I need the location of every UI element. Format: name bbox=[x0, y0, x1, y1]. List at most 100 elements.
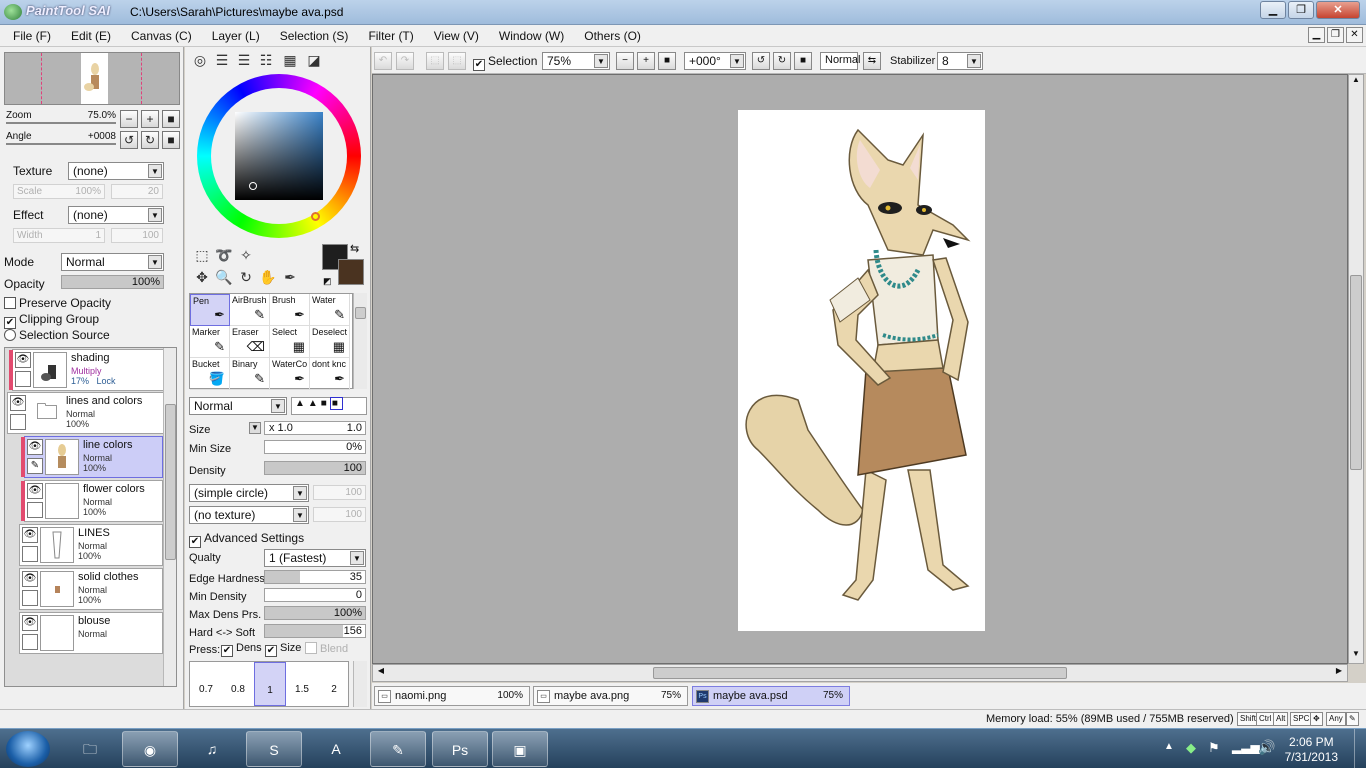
menu-file[interactable]: File (F) bbox=[0, 25, 58, 43]
navigator-preview[interactable] bbox=[4, 52, 180, 105]
show-selection-checkbox[interactable]: ✔ Selection bbox=[473, 54, 537, 71]
brush-brush[interactable]: Brush ✒ bbox=[270, 294, 310, 326]
angle-select[interactable]: +000° ▼ bbox=[684, 52, 746, 70]
brush-blend-select[interactable]: Normal ▼ bbox=[189, 397, 287, 415]
scroll-up-arrow[interactable]: ▲ bbox=[1349, 75, 1363, 89]
tray-app-icon[interactable]: ◆ bbox=[1186, 740, 1196, 756]
rotate-reset-button[interactable]: ■ bbox=[794, 52, 812, 70]
zoom-out-button[interactable]: − bbox=[120, 110, 138, 128]
action-center-icon[interactable]: ⚑ bbox=[1208, 740, 1220, 756]
selection-source-checkbox[interactable]: Selection Source bbox=[4, 328, 110, 342]
layer-item[interactable]: 👁 flower colors Normal 100% bbox=[21, 480, 163, 522]
secondary-color-swatch[interactable] bbox=[338, 259, 364, 285]
size-preset-selected[interactable]: 1 bbox=[254, 662, 286, 706]
layer-lock-box[interactable] bbox=[27, 502, 43, 518]
effect-select[interactable]: (none) ▼ bbox=[68, 206, 164, 224]
layer-lock-box[interactable] bbox=[10, 414, 26, 430]
layer-lock-box[interactable] bbox=[22, 634, 38, 650]
system-clock[interactable]: 2:06 PM 7/31/2013 bbox=[1285, 735, 1338, 765]
zoom-reset-button[interactable]: ■ bbox=[162, 110, 180, 128]
clipping-group-checkbox[interactable]: ✔ Clipping Group bbox=[4, 312, 99, 329]
canvas-area[interactable] bbox=[372, 74, 1348, 664]
scroll-thumb[interactable] bbox=[1350, 275, 1362, 470]
size-preset[interactable]: 2 bbox=[318, 662, 350, 706]
size-presets-scrollbar[interactable] bbox=[353, 661, 367, 707]
density-slider[interactable]: 100 bbox=[264, 461, 366, 475]
menu-layer[interactable]: Layer (L) bbox=[199, 25, 267, 43]
zoom-select[interactable]: 75% ▼ bbox=[542, 52, 610, 70]
angle-slider[interactable]: Angle +0008 bbox=[6, 131, 116, 147]
swatches-icon[interactable]: ☷ bbox=[257, 51, 275, 69]
firefox-icon[interactable]: ◉ bbox=[122, 731, 178, 767]
rotate-icon[interactable]: ↻ bbox=[237, 268, 255, 286]
scroll-thumb[interactable] bbox=[653, 667, 1067, 679]
brush-pen[interactable]: Pen ✒ bbox=[190, 294, 230, 326]
press-size-checkbox[interactable]: ✔ Size bbox=[265, 642, 301, 657]
painttool-sai-taskbar-icon[interactable]: ✎ bbox=[370, 731, 426, 767]
show-hidden-icons-icon[interactable]: ▲ bbox=[1164, 741, 1174, 752]
volume-icon[interactable]: 🔊 bbox=[1258, 739, 1275, 756]
photo-viewer-icon[interactable]: ▣ bbox=[492, 731, 548, 767]
brush-marker[interactable]: Marker ✎ bbox=[190, 326, 230, 358]
min-density-slider[interactable]: 0 bbox=[264, 588, 366, 602]
color-wheel-mode-icon[interactable]: ◎ bbox=[191, 51, 209, 69]
tab-maybe-ava-psd[interactable]: Ps maybe ava.psd 75% bbox=[692, 686, 850, 706]
scroll-down-arrow[interactable]: ▼ bbox=[1349, 649, 1363, 663]
layer-mode-select[interactable]: Normal ▼ bbox=[61, 253, 164, 271]
zoom-out-button[interactable]: − bbox=[616, 52, 634, 70]
tab-maybe-ava-png[interactable]: ▭ maybe ava.png 75% bbox=[533, 686, 688, 706]
swap-colors-icon[interactable]: ⇆ bbox=[350, 242, 359, 255]
deselect-icon[interactable]: ⬚ bbox=[426, 52, 444, 70]
layer-item[interactable]: 👁 blouse Normal bbox=[19, 612, 163, 654]
invert-selection-icon[interactable]: ⬚ bbox=[448, 52, 466, 70]
size-range-dropdown[interactable]: ▼ bbox=[249, 422, 261, 434]
menu-view[interactable]: View (V) bbox=[421, 25, 486, 43]
eye-icon[interactable]: 👁 bbox=[15, 352, 31, 368]
menu-edit[interactable]: Edit (E) bbox=[58, 25, 118, 43]
layer-item[interactable]: 👁 solid clothes Normal 100% bbox=[19, 568, 163, 610]
brush-texture-select[interactable]: (no texture) ▼ bbox=[189, 506, 309, 524]
eye-icon[interactable]: 👁 bbox=[10, 395, 26, 411]
scroll-left-arrow[interactable]: ◀ bbox=[374, 666, 388, 680]
size-preset[interactable]: 0.8 bbox=[222, 662, 254, 706]
min-size-slider[interactable]: 0% bbox=[264, 440, 366, 454]
zoom-icon[interactable]: 🔍 bbox=[215, 268, 233, 286]
ctrl-key-indicator[interactable]: Ctrl bbox=[1256, 712, 1275, 726]
zoom-in-button[interactable]: + bbox=[141, 110, 159, 128]
brush-airbrush[interactable]: AirBrush ✎ bbox=[230, 294, 270, 326]
redo-icon[interactable]: ↷ bbox=[396, 52, 414, 70]
max-dens-prs-slider[interactable]: 100% bbox=[264, 606, 366, 620]
canvas-horizontal-scrollbar[interactable]: ◀ ▶ bbox=[372, 664, 1348, 682]
brush-deselect[interactable]: Deselect ▦ bbox=[310, 326, 350, 358]
preserve-opacity-checkbox[interactable]: Preserve Opacity bbox=[4, 296, 111, 310]
texture-select[interactable]: (none) ▼ bbox=[68, 162, 164, 180]
tab-naomi-png[interactable]: ▭ naomi.png 100% bbox=[374, 686, 530, 706]
eye-icon[interactable]: 👁 bbox=[27, 439, 43, 455]
layer-list-scrollbar[interactable] bbox=[163, 348, 176, 686]
stabilizer-select[interactable]: 8 ▼ bbox=[937, 52, 983, 70]
menu-filter[interactable]: Filter (T) bbox=[355, 25, 420, 43]
opacity-slider[interactable]: 100% bbox=[61, 275, 164, 289]
itunes-icon[interactable]: ♫ bbox=[184, 731, 240, 767]
layer-item-selected[interactable]: 👁 ✎ line colors Normal 100% bbox=[21, 436, 163, 478]
rotate-right-button[interactable]: ↻ bbox=[141, 131, 159, 149]
color-grid-icon[interactable]: ▦ bbox=[281, 51, 299, 69]
pen-indicator-icon[interactable]: ✎ bbox=[1346, 712, 1359, 726]
layer-item[interactable]: 👁 shading Multiply 17% Lock bbox=[9, 349, 170, 391]
eye-icon[interactable]: 👁 bbox=[27, 483, 43, 499]
hard-soft-slider[interactable]: 156 bbox=[264, 624, 366, 638]
eyedropper-icon[interactable]: ✒ bbox=[281, 268, 299, 286]
menu-others[interactable]: Others (O) bbox=[571, 25, 648, 43]
zoom-reset-button[interactable]: ■ bbox=[658, 52, 676, 70]
mdi-minimize-button[interactable]: ▁ bbox=[1308, 27, 1325, 43]
size-preset[interactable]: 1.5 bbox=[286, 662, 318, 706]
show-desktop-button[interactable] bbox=[1354, 729, 1366, 768]
brush-binary[interactable]: Binary ✎ bbox=[230, 358, 270, 390]
quality-select[interactable]: 1 (Fastest) ▼ bbox=[264, 549, 366, 567]
menu-window[interactable]: Window (W) bbox=[486, 25, 571, 43]
rect-select-icon[interactable]: ⬚ bbox=[193, 246, 211, 264]
any-key-indicator[interactable]: Any bbox=[1326, 712, 1346, 726]
hsv-slider-icon[interactable]: ☰ bbox=[235, 51, 253, 69]
explorer-icon[interactable]: 🗀 bbox=[62, 731, 118, 767]
rgb-slider-icon[interactable]: ☰ bbox=[213, 51, 231, 69]
